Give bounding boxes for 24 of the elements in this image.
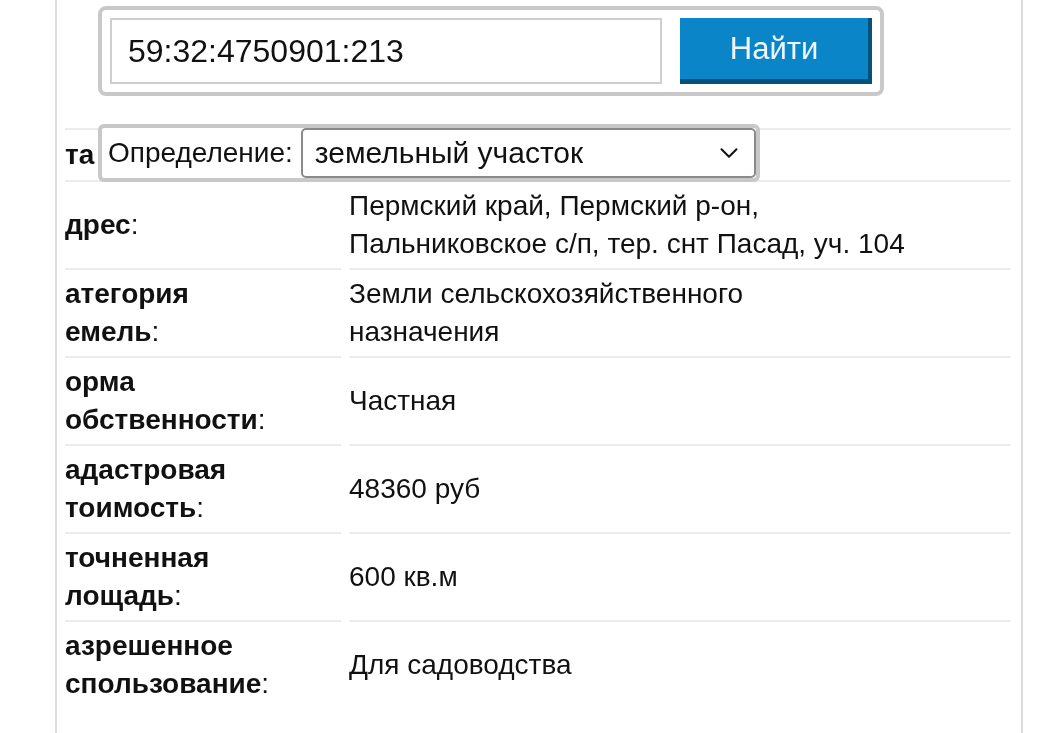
field-label: атегория: [65, 277, 189, 311]
field-label: емель:: [65, 315, 160, 349]
field-value: Пермский край, Пермский р-он,: [349, 189, 759, 223]
field-label: адастровая: [65, 453, 227, 487]
field-value: Частная: [349, 384, 457, 418]
definition-select[interactable]: земельный участок: [300, 128, 756, 178]
field-label: точненная: [65, 541, 210, 575]
field-label: спользование:: [65, 667, 270, 701]
field-value: Пальниковское с/п, тер. снт Пасад, уч. 104: [349, 227, 905, 261]
cadastral-number-field[interactable]: 59:32:4750901:213: [110, 18, 662, 84]
field-value: назначения: [349, 315, 500, 349]
field-value: 48360 руб: [349, 472, 481, 506]
field-label: обственности:: [65, 403, 266, 437]
search-button[interactable]: Найти: [680, 18, 872, 84]
field-label: лощадь:: [65, 579, 182, 613]
field-label: азрешенное: [65, 629, 233, 663]
field-label: орма: [65, 365, 135, 399]
definition-label: Определение:: [108, 137, 293, 169]
field-value: 600 кв.м: [349, 560, 458, 594]
field-value: Земли сельскохозяйственного: [349, 277, 744, 311]
field-label: та: [65, 138, 95, 172]
field-value: Для садоводства: [349, 648, 572, 682]
field-label: дрес:: [65, 208, 139, 242]
field-label: тоимость:: [65, 491, 205, 525]
